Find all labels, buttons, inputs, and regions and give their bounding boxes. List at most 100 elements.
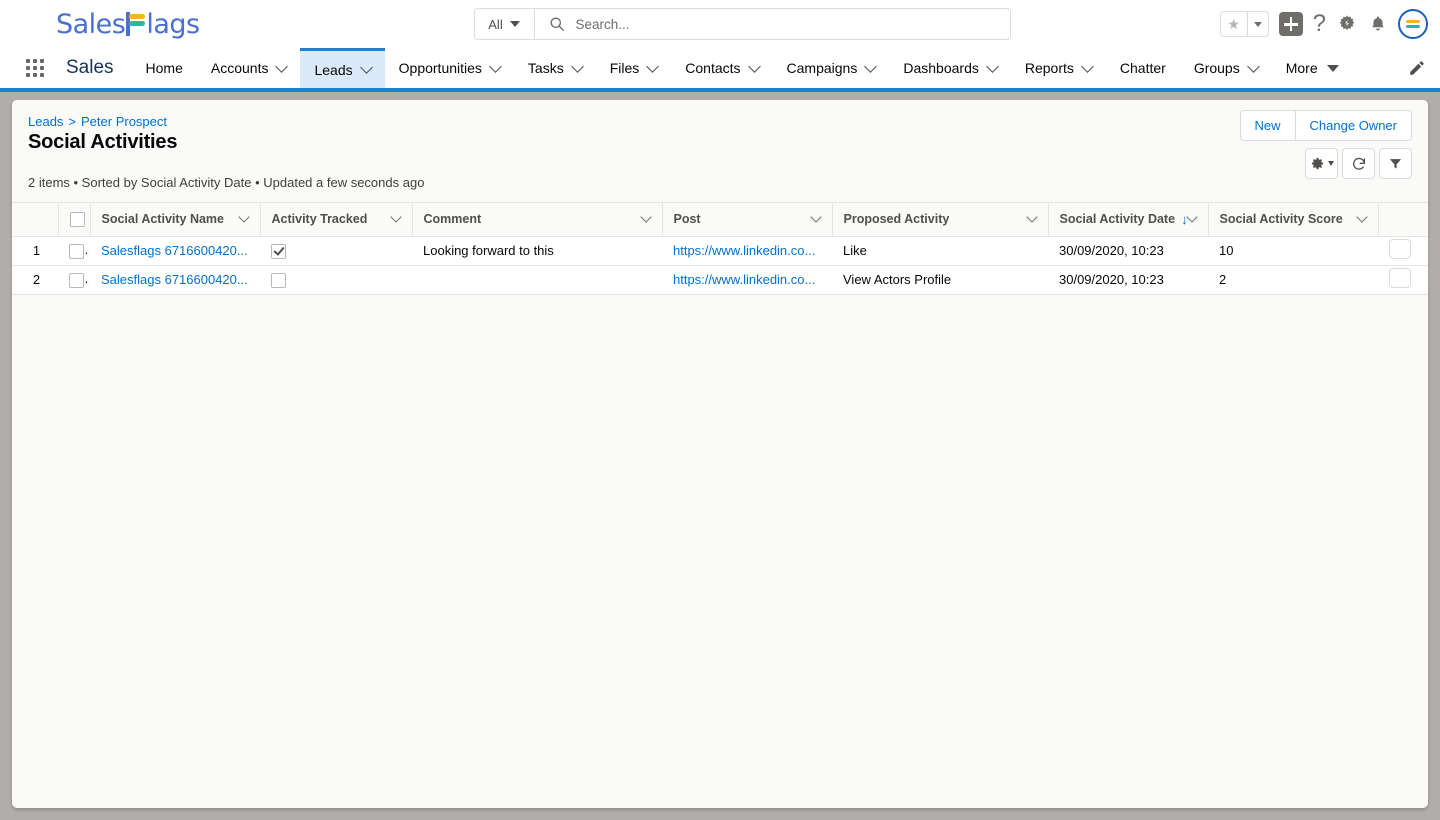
row-actions-button[interactable] bbox=[1389, 239, 1411, 259]
chevron-down-icon bbox=[275, 59, 289, 73]
column-menu-chevron-icon[interactable] bbox=[1025, 211, 1038, 223]
post-link[interactable]: https://www.linkedin.co... bbox=[673, 243, 815, 258]
change-owner-button[interactable]: Change Owner bbox=[1295, 110, 1412, 141]
social-activity-date-cell: 30/09/2020, 10:23 bbox=[1048, 265, 1208, 295]
column-header-comment[interactable]: Comment bbox=[412, 203, 663, 237]
column-header-activity-tracked[interactable]: Activity Tracked bbox=[260, 203, 413, 237]
nav-item-dashboards[interactable]: Dashboards bbox=[889, 48, 1011, 88]
table-row[interactable]: 1 Salesflags 6716600420... Looking forward… bbox=[12, 236, 1428, 266]
table-row[interactable]: 2 Salesflags 6716600420... https://www.lin… bbox=[12, 265, 1428, 295]
comment-cell bbox=[412, 265, 662, 295]
app-launcher-icon[interactable] bbox=[18, 48, 52, 88]
table-empty-space bbox=[12, 294, 1428, 715]
column-menu-chevron-icon[interactable] bbox=[1185, 211, 1198, 223]
global-search-zone: All bbox=[336, 8, 1148, 40]
column-header-social-activity-date[interactable]: Social Activity Date ↓ bbox=[1048, 203, 1209, 237]
column-header-social-activity-score[interactable]: Social Activity Score bbox=[1208, 203, 1379, 237]
breadcrumb-parent-link[interactable]: Leads bbox=[28, 114, 63, 129]
activity-tracked-cell bbox=[260, 265, 412, 295]
nav-item-reports[interactable]: Reports bbox=[1011, 48, 1106, 88]
nav-item-label: Reports bbox=[1024, 60, 1074, 76]
column-header-social-activity-name[interactable]: Social Activity Name bbox=[90, 203, 261, 237]
column-header-post[interactable]: Post bbox=[662, 203, 833, 237]
column-menu-chevron-icon[interactable] bbox=[809, 211, 822, 223]
nav-item-accounts[interactable]: Accounts bbox=[197, 48, 301, 88]
row-select-checkbox[interactable] bbox=[69, 272, 84, 288]
nav-item-label: Accounts bbox=[210, 60, 269, 76]
new-button[interactable]: New bbox=[1239, 110, 1296, 141]
refresh-icon bbox=[1352, 157, 1365, 170]
social-activities-table: Social Activity Name Activity Tracked Co… bbox=[12, 203, 1428, 295]
nav-item-more[interactable]: More bbox=[1272, 48, 1353, 88]
action-button-group: New Change Owner bbox=[1239, 110, 1412, 141]
select-all-checkbox[interactable] bbox=[69, 211, 85, 227]
nav-item-files[interactable]: Files bbox=[596, 48, 672, 88]
nav-item-label: Leads bbox=[314, 61, 353, 78]
chevron-down-icon bbox=[1326, 64, 1339, 72]
chevron-down-icon bbox=[747, 59, 761, 73]
nav-item-label: Groups bbox=[1193, 60, 1240, 76]
filter-button[interactable] bbox=[1379, 148, 1412, 179]
row-number-header bbox=[12, 203, 59, 237]
activity-tracked-checkbox[interactable] bbox=[271, 272, 286, 288]
nav-item-label: Opportunities bbox=[398, 60, 482, 76]
column-header-label: Social Activity Name bbox=[101, 212, 225, 227]
nav-item-label: Chatter bbox=[1119, 60, 1166, 76]
nav-item-label: More bbox=[1285, 60, 1318, 76]
salesflags-logo[interactable]: Sales lags bbox=[56, 9, 336, 40]
nav-item-opportunities[interactable]: Opportunities bbox=[385, 48, 514, 88]
social-activity-name-cell: Salesflags 6716600420... bbox=[90, 265, 260, 295]
row-actions-cell bbox=[1378, 236, 1428, 266]
search-scope-dropdown[interactable]: All bbox=[474, 9, 535, 39]
nav-item-home[interactable]: Home bbox=[132, 48, 197, 88]
list-view-settings-gear-button[interactable] bbox=[1305, 148, 1338, 179]
row-select-checkbox[interactable] bbox=[69, 243, 84, 259]
user-avatar[interactable] bbox=[1398, 9, 1428, 39]
breadcrumb-current-link[interactable]: Peter Prospect bbox=[81, 114, 167, 129]
nav-item-label: Tasks bbox=[527, 60, 564, 76]
activity-tracked-checkbox[interactable] bbox=[271, 243, 286, 259]
column-header-label: Activity Tracked bbox=[271, 212, 368, 227]
table-header-row: Social Activity Name Activity Tracked Co… bbox=[12, 203, 1428, 237]
refresh-button[interactable] bbox=[1342, 148, 1375, 179]
column-menu-chevron-icon[interactable] bbox=[237, 211, 250, 223]
column-header-proposed-activity[interactable]: Proposed Activity bbox=[832, 203, 1049, 237]
nav-item-chatter[interactable]: Chatter bbox=[1106, 48, 1180, 88]
chevron-down-icon bbox=[509, 21, 520, 27]
proposed-activity-cell: Like bbox=[832, 236, 1048, 266]
social-activity-name-link[interactable]: Salesflags 6716600420... bbox=[101, 243, 248, 258]
pencil-icon[interactable] bbox=[1394, 48, 1440, 88]
logo-text-second: lags bbox=[146, 8, 200, 40]
row-number-cell: 2 bbox=[12, 265, 58, 295]
post-cell: https://www.linkedin.co... bbox=[662, 236, 832, 266]
social-activity-name-link[interactable]: Salesflags 6716600420... bbox=[101, 272, 248, 287]
app-name-label: Sales bbox=[66, 57, 114, 78]
column-menu-chevron-icon[interactable] bbox=[1355, 211, 1368, 223]
column-menu-chevron-icon[interactable] bbox=[639, 211, 652, 223]
nav-item-leads[interactable]: Leads bbox=[300, 48, 385, 88]
list-tool-buttons bbox=[1305, 148, 1412, 179]
nav-item-campaigns[interactable]: Campaigns bbox=[773, 48, 890, 88]
setup-gear-icon[interactable] bbox=[1336, 13, 1358, 35]
chevron-down-icon bbox=[1246, 59, 1260, 73]
nav-item-groups[interactable]: Groups bbox=[1180, 48, 1272, 88]
breadcrumb: Leads > Peter Prospect bbox=[28, 114, 1412, 129]
chevron-down-icon bbox=[489, 59, 502, 73]
search-input[interactable] bbox=[575, 16, 1010, 32]
row-actions-button[interactable] bbox=[1389, 268, 1411, 288]
social-activity-name-cell: Salesflags 6716600420... bbox=[90, 236, 260, 266]
row-select-cell bbox=[58, 265, 90, 295]
notifications-bell-icon[interactable] bbox=[1368, 14, 1388, 34]
nav-item-tasks[interactable]: Tasks bbox=[514, 48, 596, 88]
add-icon[interactable] bbox=[1278, 12, 1303, 36]
column-menu-chevron-icon[interactable] bbox=[389, 211, 402, 223]
header-icon-group: ★ ? bbox=[1148, 9, 1428, 39]
favorites-dropdown-icon[interactable] bbox=[1248, 12, 1268, 36]
nav-item-label: Dashboards bbox=[903, 60, 979, 76]
post-link[interactable]: https://www.linkedin.co... bbox=[673, 272, 815, 287]
favorites-star-icon[interactable]: ★ bbox=[1221, 12, 1248, 36]
help-icon[interactable]: ? bbox=[1313, 12, 1326, 36]
social-activities-card: Leads > Peter Prospect Social Activities… bbox=[12, 100, 1428, 808]
nav-item-contacts[interactable]: Contacts bbox=[671, 48, 772, 88]
search-field-wrap[interactable] bbox=[535, 9, 1010, 39]
